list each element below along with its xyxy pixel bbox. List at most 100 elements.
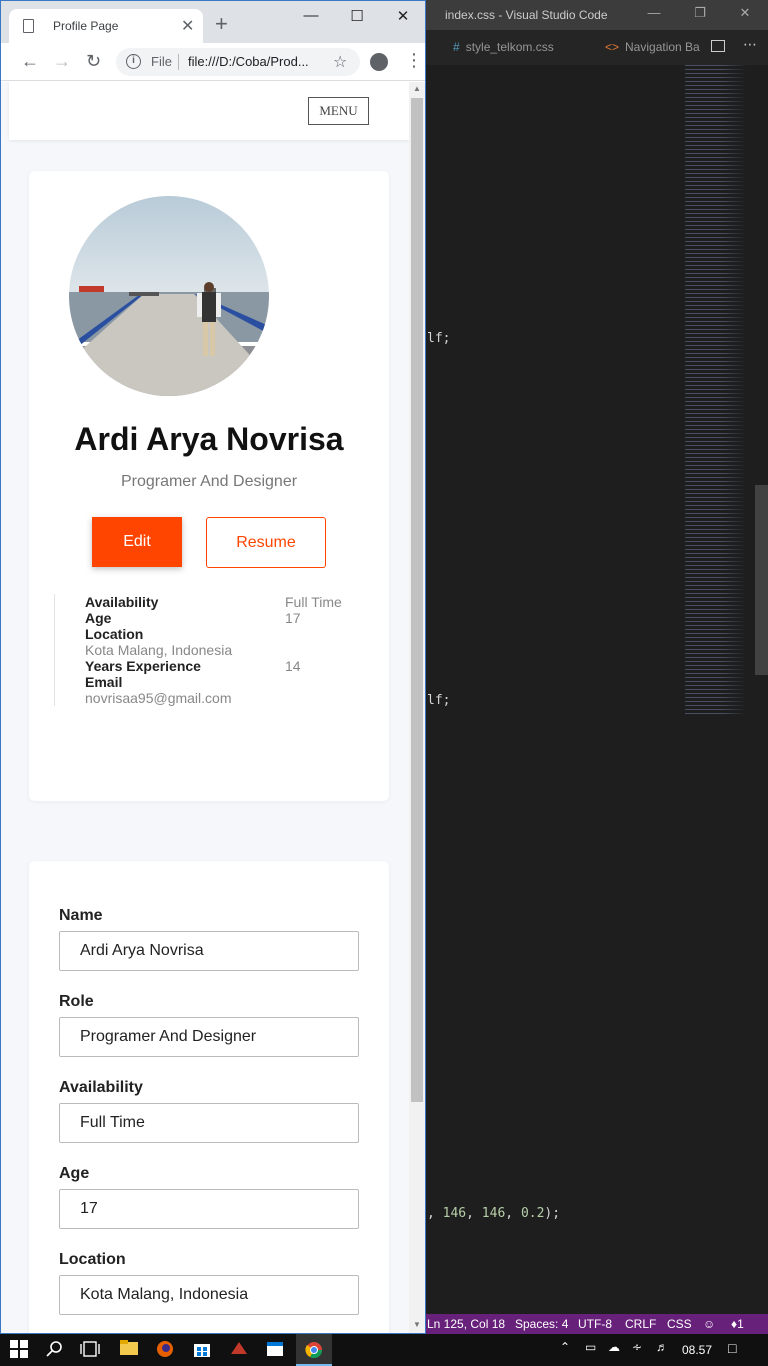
- code-editor[interactable]: lf; lf; , 146, 146, 0.2);: [425, 65, 768, 1314]
- split-editor-icon[interactable]: [711, 40, 725, 52]
- info-label-location: Location: [85, 626, 144, 642]
- info-value-experience: 14: [285, 658, 301, 674]
- firefox-icon[interactable]: [156, 1340, 176, 1360]
- bookmark-star-icon[interactable]: ☆: [333, 52, 347, 72]
- info-value-email: novrisaa95@gmail.com: [85, 690, 232, 706]
- divider: [178, 54, 179, 70]
- resume-button[interactable]: Resume: [206, 517, 326, 568]
- info-label-experience: Years Experience: [85, 658, 201, 674]
- tab-style-telkom[interactable]: # style_telkom.css: [453, 30, 554, 65]
- info-label-availability: Availability: [85, 594, 159, 610]
- tab-title: Profile Page: [53, 19, 119, 33]
- info-value-location: Kota Malang, Indonesia: [85, 642, 233, 658]
- close-icon[interactable]: ✕: [391, 7, 415, 27]
- language-mode[interactable]: CSS: [667, 1317, 692, 1331]
- new-tab-icon[interactable]: +: [215, 13, 228, 35]
- maximize-icon[interactable]: ☐: [345, 7, 369, 27]
- bell-icon[interactable]: ♦1: [731, 1317, 744, 1331]
- close-tab-icon[interactable]: ✕: [181, 16, 194, 36]
- editor-scrollbar[interactable]: [755, 485, 768, 675]
- app-window-icon[interactable]: [266, 1340, 286, 1360]
- scheme-label: File: [151, 54, 172, 69]
- code-line-rgba: , 146, 146, 0.2);: [427, 1206, 561, 1221]
- profile-role: Programer And Designer: [120, 473, 298, 490]
- url-text[interactable]: file:///D:/Coba/Prod...: [188, 54, 328, 69]
- menu-kebab-icon[interactable]: ⋮: [405, 51, 423, 69]
- battery-icon[interactable]: ▭: [585, 1340, 605, 1360]
- close-icon[interactable]: ✕: [738, 6, 752, 20]
- cursor-position[interactable]: Ln 125, Col 18: [427, 1317, 505, 1331]
- store-icon[interactable]: [193, 1340, 213, 1360]
- tab-navigation[interactable]: <> Navigation Ba: [605, 30, 700, 65]
- availability-label: Availability: [59, 1079, 143, 1096]
- tab-label: style_telkom.css: [465, 40, 554, 54]
- profile-card: Ardi Arya Novrisa Programer And Designer…: [29, 171, 389, 801]
- chevron-up-icon[interactable]: ⌃: [560, 1340, 580, 1360]
- availability-field[interactable]: Full Time: [59, 1103, 359, 1143]
- task-view-icon[interactable]: [80, 1340, 100, 1360]
- scroll-thumb[interactable]: [411, 98, 423, 1102]
- profile-photo: [69, 196, 269, 396]
- address-bar[interactable]: i File file:///D:/Coba/Prod... ☆: [116, 48, 360, 76]
- profile-name: Ardi Arya Novrisa: [74, 421, 344, 457]
- minimize-icon[interactable]: —: [299, 7, 323, 27]
- search-icon[interactable]: [46, 1340, 66, 1360]
- clock[interactable]: 08.57: [682, 1343, 712, 1357]
- vscode-window: index.css - Visual Studio Code — ❐ ✕ # st…: [425, 0, 768, 1334]
- menu-button[interactable]: MENU: [308, 97, 369, 125]
- status-bar: Ln 125, Col 18 Spaces: 4 UTF-8 CRLF CSS …: [425, 1314, 768, 1334]
- file-explorer-icon[interactable]: [120, 1340, 140, 1360]
- avatar: [69, 196, 269, 396]
- action-center-icon[interactable]: □: [728, 1340, 748, 1360]
- smiley-icon[interactable]: ☺: [703, 1317, 715, 1331]
- html-icon: <>: [605, 40, 620, 54]
- hash-icon: #: [453, 40, 460, 54]
- windows-start-icon[interactable]: [10, 1340, 30, 1360]
- taskbar: ⌃ ▭ ☁ ∻ ♬ 08.57 □: [0, 1334, 768, 1366]
- scroll-down-icon[interactable]: ▼: [413, 1320, 421, 1329]
- info-label-email: Email: [85, 674, 123, 690]
- more-actions-icon[interactable]: ⋯: [743, 36, 757, 53]
- info-value-availability: Full Time: [285, 594, 342, 610]
- minimize-icon[interactable]: —: [647, 6, 661, 20]
- tab-strip: Profile Page ✕ + — ☐ ✕: [1, 1, 425, 43]
- volume-icon[interactable]: ♬: [656, 1340, 676, 1360]
- vscode-window-title: index.css - Visual Studio Code: [445, 8, 608, 22]
- browser-window: Profile Page ✕ + — ☐ ✕ ← → ↻ i File file…: [0, 0, 426, 1334]
- location-label: Location: [59, 1251, 126, 1268]
- vscode-tab-bar: # style_telkom.css <> Navigation Ba ⋯: [425, 30, 768, 65]
- name-label: Name: [59, 907, 103, 924]
- restore-icon[interactable]: ❐: [693, 6, 707, 20]
- role-label: Role: [59, 993, 94, 1010]
- page-navbar: MENU: [9, 82, 409, 140]
- profile-info-list: Availability Full Time Age 17 Location K…: [54, 594, 354, 706]
- scroll-up-icon[interactable]: ▲: [413, 84, 421, 93]
- browser-tab[interactable]: Profile Page ✕: [9, 9, 203, 43]
- app-icon[interactable]: [230, 1340, 250, 1360]
- name-field[interactable]: Ardi Arya Novrisa: [59, 931, 359, 971]
- location-field[interactable]: Kota Malang, Indonesia: [59, 1275, 359, 1315]
- back-icon[interactable]: ←: [21, 51, 39, 71]
- network-icon[interactable]: ∻: [632, 1340, 652, 1360]
- indentation[interactable]: Spaces: 4: [515, 1317, 568, 1331]
- profile-avatar-icon[interactable]: [370, 53, 388, 71]
- info-label-age: Age: [85, 610, 112, 626]
- role-field[interactable]: Programer And Designer: [59, 1017, 359, 1057]
- tab-label: Navigation Ba: [625, 40, 700, 54]
- cloud-icon[interactable]: ☁: [608, 1340, 628, 1360]
- page-viewport: MENU Ardi Arya Novrisa Programer And Des…: [1, 82, 409, 1333]
- minimap[interactable]: [685, 65, 753, 715]
- chrome-taskbar-button[interactable]: [296, 1334, 332, 1366]
- info-icon[interactable]: i: [126, 54, 141, 69]
- reload-icon[interactable]: ↻: [86, 51, 101, 71]
- page-scrollbar[interactable]: ▲ ▼: [409, 82, 425, 1333]
- age-field[interactable]: 17: [59, 1189, 359, 1229]
- edit-button[interactable]: Edit: [92, 517, 182, 567]
- info-value-age: 17: [285, 610, 301, 626]
- forward-icon[interactable]: →: [53, 51, 71, 71]
- encoding[interactable]: UTF-8: [578, 1317, 612, 1331]
- line-ending[interactable]: CRLF: [625, 1317, 656, 1331]
- browser-toolbar: ← → ↻ i File file:///D:/Coba/Prod... ☆ ⋮: [1, 43, 425, 81]
- profile-form-card: Name Ardi Arya Novrisa Role Programer An…: [29, 861, 389, 1333]
- vscode-titlebar: index.css - Visual Studio Code — ❐ ✕: [425, 0, 768, 30]
